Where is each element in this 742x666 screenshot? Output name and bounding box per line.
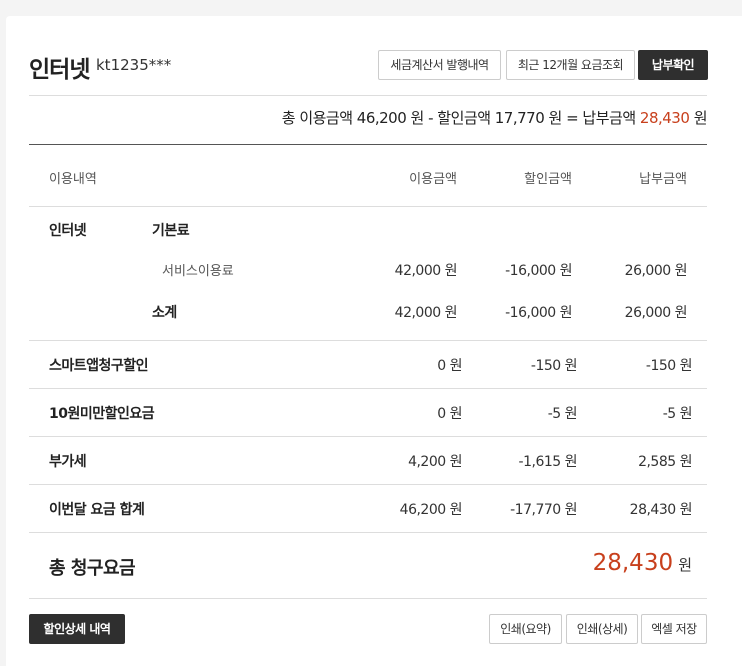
header: 인터넷 kt1235*** 세금계산서 발행내역 최근 12개월 요금조회 납부… [29,42,708,96]
header-usage-detail: 이용내역 [49,172,97,187]
category-internet: 인터넷 [49,223,87,239]
row-discount: -17,770 원 [510,502,577,518]
summary-pay-value: 28,430 [639,109,690,127]
total-value: 28,430 [592,550,674,576]
discount-detail-button[interactable]: 할인상세 내역 [29,614,125,644]
item-discount-amount: -16,000 원 [505,263,572,279]
page-title: 인터넷 [29,57,90,83]
total-amount: 28,430 원 [593,550,692,576]
row-pay: -150 원 [645,358,693,374]
row-use: 0 원 [437,358,462,374]
row-label: 부가세 [49,454,87,470]
table-row: 이번달 요금 합계 46,200 원 -17,770 원 28,430 원 [29,485,707,533]
row-use: 46,200 원 [399,502,463,518]
payment-confirm-button[interactable]: 납부확인 [638,50,708,80]
subcategory-basic-fee: 기본료 [152,223,190,239]
subtotal-label: 소계 [152,305,177,321]
billing-card: 인터넷 kt1235*** 세금계산서 발행내역 최근 12개월 요금조회 납부… [6,16,742,666]
summary-line: 총 이용금액 46,200 원 - 할인금액 17,770 원 = 납부금액 2… [29,106,708,145]
row-discount: -150 원 [530,358,578,374]
header-usage-amount: 이용금액 [409,172,457,187]
summary-unit: 원 [693,109,708,127]
subtotal-use-amount: 42,000 원 [394,305,458,321]
header-payment-amount: 납부금액 [639,172,687,187]
table-row: 부가세 4,200 원 -1,615 원 2,585 원 [29,437,707,485]
row-pay: -5 원 [662,406,693,422]
item-service-fee: 서비스이용료 [162,264,234,279]
table-row: 10원미만할인요금 0 원 -5 원 -5 원 [29,389,707,437]
table-row: 스마트앱청구할인 0 원 -150 원 -150 원 [29,341,707,389]
recent-12-months-button[interactable]: 최근 12개월 요금조회 [506,50,635,80]
row-label: 10원미만할인요금 [49,406,155,422]
row-label: 스마트앱청구할인 [49,358,149,374]
row-pay: 2,585 원 [638,454,692,470]
tax-invoice-history-button[interactable]: 세금계산서 발행내역 [378,50,501,80]
account-id: kt1235*** [96,56,172,74]
total-label: 총 청구요금 [49,558,136,579]
header-discount-amount: 할인금액 [524,172,572,187]
table-body: 인터넷 기본료 서비스이용료 42,000 원 -16,000 원 26,000… [29,207,707,607]
subtotal-discount-amount: -16,000 원 [505,305,572,321]
total-row: 총 청구요금 28,430 원 [29,533,707,599]
excel-save-button[interactable]: 엑셀 저장 [641,614,707,644]
print-summary-button[interactable]: 인쇄(요약) [489,614,562,644]
row-pay: 28,430 원 [629,502,693,518]
summary-text: 총 이용금액 46,200 원 - 할인금액 17,770 원 = 납부금액 [281,109,636,127]
total-unit: 원 [678,556,692,574]
row-use: 4,200 원 [408,454,462,470]
subtotal-pay-amount: 26,000 원 [624,305,688,321]
print-detail-button[interactable]: 인쇄(상세) [566,614,638,644]
row-label: 이번달 요금 합계 [49,502,145,518]
item-pay-amount: 26,000 원 [624,263,688,279]
row-discount: -5 원 [547,406,578,422]
item-use-amount: 42,000 원 [394,263,458,279]
row-discount: -1,615 원 [518,454,578,470]
table-header: 이용내역 이용금액 할인금액 납부금액 [29,146,707,207]
table-row: 인터넷 기본료 서비스이용료 42,000 원 -16,000 원 26,000… [29,207,707,341]
row-use: 0 원 [437,406,462,422]
